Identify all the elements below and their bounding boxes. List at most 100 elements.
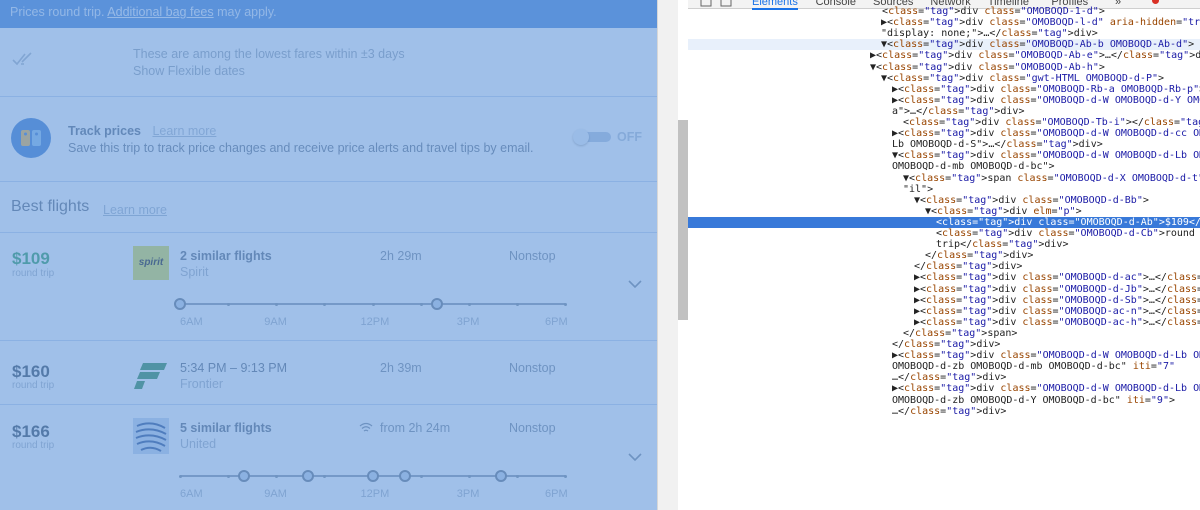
dom-node-line[interactable]: Lb OMOBOQD-d-S">…</class="tag">div>	[688, 139, 1200, 150]
flight-stops: Nonstop	[509, 249, 556, 263]
airline-name: Frontier	[180, 377, 224, 391]
united-logo	[133, 418, 169, 454]
dom-node-line[interactable]: ▶<class="tag">div class="OMOBOQD-ac-h">……	[688, 317, 1200, 328]
bag-fees-link[interactable]: Additional bag fees	[107, 5, 213, 19]
departure-dot[interactable]	[398, 470, 411, 482]
dom-node-line[interactable]: ▶<class="tag">div class="OMOBOQD-l-d" ar…	[688, 17, 1200, 28]
timeline-label: 9AM	[264, 488, 287, 500]
track-prices-block: Track prices Learn more Save this trip t…	[68, 123, 534, 157]
timeline-tick	[419, 474, 423, 478]
flight-summary: 5 similar flights	[180, 421, 272, 435]
dom-node-line[interactable]: </class="tag">div>	[688, 261, 1200, 272]
dom-node-text: ▶<class="tag">div class="OMOBOQD-d-Jb">……	[914, 283, 1200, 295]
flexible-dates-link[interactable]: Show Flexible dates	[133, 63, 405, 80]
dom-node-line[interactable]: ▶<class="tag">div class="OMOBOQD-Ab-e">……	[688, 50, 1200, 61]
dom-node-text: </class="tag">div>	[892, 339, 1001, 350]
frontier-logo	[134, 363, 167, 389]
more-dots[interactable]: ···	[693, 261, 711, 272]
dom-node-line[interactable]: a">…</class="tag">div>	[688, 106, 1200, 117]
dom-node-text: ▼<class="tag">span class="OMOBOQD-d-X OM…	[903, 172, 1200, 184]
dom-node-line[interactable]: ▶<class="tag">div class="OMOBOQD-d-Sb">……	[688, 295, 1200, 306]
track-learn-more-link[interactable]: Learn more	[152, 124, 216, 138]
dom-node-line[interactable]: OMOBOQD-d-mb OMOBOQD-d-bc">	[688, 161, 1200, 172]
spirit-logo: spirit	[133, 246, 169, 280]
dom-node-line[interactable]: <class="tag">div class="OMOBOQD-Tb-i"></…	[688, 117, 1200, 128]
dom-node-line[interactable]: ▼<class="tag">div class="OMOBOQD-d-Bb">	[688, 195, 1200, 206]
dom-node-line[interactable]: ▼<class="tag">span class="OMOBOQD-d-X OM…	[688, 173, 1200, 184]
track-prices-toggle[interactable]	[573, 129, 611, 145]
flight-price: $109	[12, 249, 50, 268]
departure-dot[interactable]	[174, 298, 186, 310]
departure-dot[interactable]	[366, 470, 379, 482]
dom-node-text: …</class="tag">div>	[892, 372, 1007, 384]
flight-stops: Nonstop	[509, 361, 556, 375]
dom-node-line[interactable]: OMOBOQD-d-zb OMOBOQD-d-mb OMOBOQD-d-bc" …	[688, 361, 1200, 372]
dom-node-line[interactable]: </class="tag">div>	[688, 250, 1200, 261]
timeline-tick	[179, 474, 182, 478]
dom-node-line[interactable]: OMOBOQD-d-zb OMOBOQD-d-Y OMOBOQD-d-bc" i…	[688, 395, 1200, 406]
departure-dot[interactable]	[238, 470, 251, 482]
dom-node-line[interactable]: ▼<class="tag">div class="OMOBOQD-Ab-b OM…	[688, 39, 1200, 51]
timeline-label: 3PM	[456, 316, 480, 328]
flight-duration: 2h 39m	[380, 361, 422, 375]
dom-node-line[interactable]: ▼<class="tag">div class="gwt-HTML OMOBOQ…	[688, 73, 1200, 84]
flight-duration: 2h 29m	[380, 249, 422, 263]
dom-node-line[interactable]: ▶<class="tag">div class="OMOBOQD-Rb-a OM…	[688, 84, 1200, 95]
dom-node-line[interactable]: </class="tag">span>	[688, 328, 1200, 339]
divider	[0, 340, 657, 341]
timeline-label: 3PM	[456, 488, 480, 500]
dom-node-line[interactable]: …</class="tag">div>	[688, 406, 1200, 417]
dom-node-line[interactable]: <class="tag">div class="OMOBOQD-1-d">	[688, 6, 1200, 17]
scrollbar-thumb[interactable]	[678, 120, 688, 320]
dom-node-line[interactable]: trip</class="tag">div>	[688, 239, 1200, 250]
flight-times: 5:34 PM – 9:13 PM	[180, 361, 288, 375]
dom-node-text: "il">	[903, 183, 934, 195]
flight-price: $160	[12, 362, 50, 381]
timeline-tick	[419, 302, 423, 306]
departure-dot[interactable]	[430, 298, 443, 310]
dom-node-line[interactable]: ▶<class="tag">div class="OMOBOQD-d-ac">……	[688, 272, 1200, 283]
dom-node-line[interactable]: ▶<class="tag">div class="OMOBOQD-d-W OMO…	[688, 95, 1200, 106]
dom-node-line[interactable]: <class="tag">div class="OMOBOQD-d-Ab">$1…	[688, 216, 1200, 228]
low-fares-notice: These are among the lowest fares within …	[133, 46, 405, 80]
dom-node-line[interactable]: "il">	[688, 184, 1200, 195]
dom-node-text: ▶<class="tag">div class="OMOBOQD-d-ac">……	[914, 272, 1200, 284]
dom-node-line[interactable]: "display: none;">…</class="tag">div>	[688, 28, 1200, 39]
dom-node-text: ▶<class="tag">div class="OMOBOQD-ac-n">……	[914, 305, 1200, 317]
wifi-icon	[359, 422, 373, 432]
dom-node-text: ▶<class="tag">div class="OMOBOQD-d-W OMO…	[892, 128, 1200, 140]
dom-node-line[interactable]: ▼<class="tag">div class="OMOBOQD-Ab-h">	[688, 62, 1200, 73]
dom-node-text: ▶<class="tag">div class="OMOBOQD-d-W OMO…	[892, 94, 1200, 106]
best-learn-more-link[interactable]: Learn more	[103, 203, 167, 217]
dom-node-line[interactable]: ▶<class="tag">div class="OMOBOQD-d-W OMO…	[688, 383, 1200, 394]
error-icon[interactable]	[1152, 0, 1159, 4]
track-prices-description: Save this trip to track price changes an…	[68, 141, 534, 155]
flight-stops: Nonstop	[509, 421, 556, 435]
departure-dot[interactable]	[302, 470, 315, 482]
dom-node-text: ▼<class="tag">div class="gwt-HTML OMOBOQ…	[881, 72, 1165, 84]
departure-dot[interactable]	[494, 470, 507, 482]
double-check-icon	[12, 52, 32, 66]
dom-node-line[interactable]: ▶<class="tag">div class="OMOBOQD-d-W OMO…	[688, 128, 1200, 139]
flight-duration: from 2h 24m	[380, 421, 451, 435]
dom-node-text: </class="tag">div>	[925, 250, 1034, 262]
dom-node-text: ▼<class="tag">div class="OMOBOQD-d-W OMO…	[892, 150, 1200, 162]
dom-node-line[interactable]: …</class="tag">div>	[688, 372, 1200, 383]
dom-node-line[interactable]: ▼<class="tag">div class="OMOBOQD-d-W OMO…	[688, 150, 1200, 161]
dom-node-line[interactable]: ▼<class="tag">div elm="p">	[688, 206, 1200, 217]
dom-node-text: a">…</class="tag">div>	[892, 105, 1025, 117]
toggle-knob	[573, 129, 589, 145]
pane-divider[interactable]	[657, 0, 678, 510]
chevron-down-icon[interactable]	[627, 452, 643, 462]
round-trip-label: round trip	[12, 268, 55, 279]
dom-node-line[interactable]: ▶<class="tag">div class="OMOBOQD-d-Jb">……	[688, 284, 1200, 295]
dom-node-text: ▶<class="tag">div class="OMOBOQD-d-Sb">……	[914, 294, 1200, 306]
dom-node-line[interactable]: ▶<class="tag">div class="OMOBOQD-ac-n">……	[688, 306, 1200, 317]
dom-node-text: ▶<class="tag">div class="OMOBOQD-Rb-a OM…	[892, 83, 1200, 95]
dom-node-line[interactable]: ▶<class="tag">div class="OMOBOQD-d-W OMO…	[688, 350, 1200, 361]
dom-node-line[interactable]: </class="tag">div>	[688, 339, 1200, 350]
divider	[0, 404, 657, 405]
chevron-down-icon[interactable]	[627, 279, 643, 289]
dom-node-line[interactable]: <class="tag">div class="OMOBOQD-d-Cb">ro…	[688, 228, 1200, 239]
dom-node-text: </class="tag">div>	[914, 261, 1023, 273]
